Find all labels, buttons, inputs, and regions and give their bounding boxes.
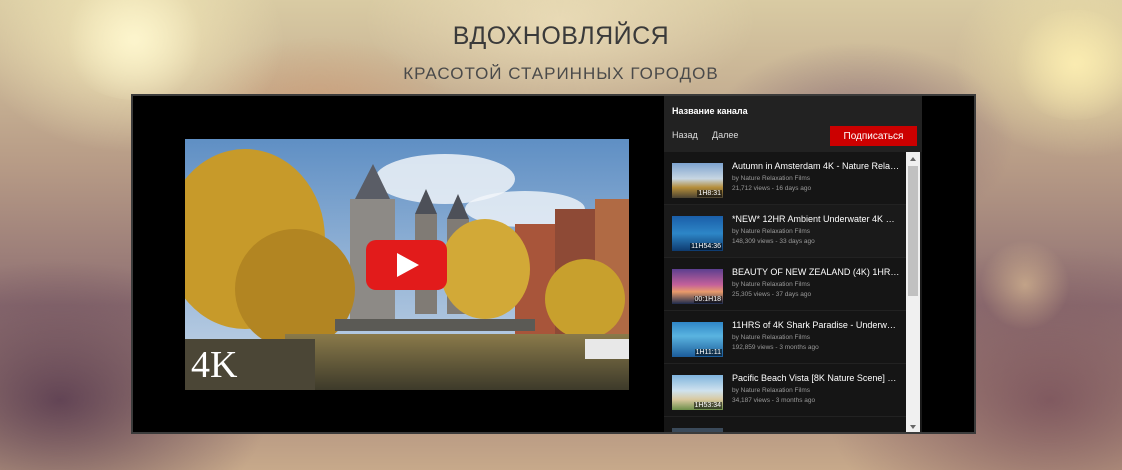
duration-label: 1H11:11: [694, 349, 722, 356]
item-title: 11HRS of 4K Shark Paradise - Underwater …: [732, 320, 900, 330]
video-player[interactable]: 4K: [185, 139, 629, 390]
subscribe-button[interactable]: Подписаться: [830, 126, 917, 146]
next-button[interactable]: Далее: [712, 130, 738, 140]
playlist-item[interactable]: 1H53:34 Pacific Beach Vista [8K Nature S…: [664, 364, 906, 417]
duration-label: 00:1H18: [693, 296, 722, 303]
playlist-list[interactable]: 1H8:31 Autumn in Amsterdam 4K - Nature R…: [664, 152, 906, 432]
item-title: Pacific Beach Vista [8K Nature Scene] Re…: [732, 373, 900, 383]
playlist-item[interactable]: 11H54:36 *NEW* 12HR Ambient Underwater 4…: [664, 205, 906, 258]
playlist-scrollbar[interactable]: [906, 152, 920, 432]
playlist-item-partial[interactable]: [664, 417, 906, 432]
playlist-item[interactable]: 1H11:11 11HRS of 4K Shark Paradise - Und…: [664, 311, 906, 364]
play-button[interactable]: [366, 240, 447, 290]
playlist-panel: Название канала Назад Далее Подписаться …: [664, 96, 922, 432]
item-views: 21,712 views - 16 days ago: [732, 185, 812, 192]
item-views: 34,187 views - 3 months ago: [732, 397, 816, 404]
video-thumb: 1H53:34: [672, 375, 723, 410]
item-author: by Nature Relaxation Films: [732, 228, 811, 235]
item-title: *NEW* 12HR Ambient Underwater 4K Nature …: [732, 214, 900, 224]
bokeh-light: [980, 240, 1070, 330]
video-thumb: 1H8:31: [672, 163, 723, 198]
video-thumb: 00:1H18: [672, 269, 723, 304]
video-thumb: 1H11:11: [672, 322, 723, 357]
item-views: 148,309 views - 33 days ago: [732, 238, 815, 245]
duration-label: 1H53:34: [693, 402, 722, 409]
item-title: BEAUTY OF NEW ZEALAND (4K) 1HR Nature Fi…: [732, 267, 900, 277]
item-views: 192,859 views - 3 months ago: [732, 344, 819, 351]
item-title: Autumn in Amsterdam 4K - Nature Relaxati…: [732, 161, 900, 171]
playlist-item[interactable]: 00:1H18 BEAUTY OF NEW ZEALAND (4K) 1HR N…: [664, 258, 906, 311]
item-author: by Nature Relaxation Films: [732, 387, 811, 394]
playlist-header: Название канала Назад Далее Подписаться: [664, 96, 922, 152]
scrollbar-thumb[interactable]: [908, 166, 918, 296]
item-author: by Nature Relaxation Films: [732, 175, 811, 182]
prev-button[interactable]: Назад: [672, 130, 698, 140]
video-widget: 4K Название канала Назад Далее Подписать…: [131, 94, 976, 434]
video-resolution-badge: 4K: [191, 344, 238, 386]
playlist-item[interactable]: 1H8:31 Autumn in Amsterdam 4K - Nature R…: [664, 152, 906, 205]
play-icon: [397, 253, 419, 277]
scroll-down-icon[interactable]: [906, 420, 920, 432]
page-title: ВДОХНОВЛЯЙСЯ: [452, 22, 670, 50]
item-views: 25,305 views - 37 days ago: [732, 291, 812, 298]
channel-name: Название канала: [672, 106, 748, 116]
scroll-up-icon[interactable]: [906, 152, 920, 164]
item-author: by Nature Relaxation Films: [732, 281, 811, 288]
video-thumb: 11H54:36: [672, 216, 723, 251]
duration-label: 11H54:36: [690, 243, 722, 250]
item-author: by Nature Relaxation Films: [732, 334, 811, 341]
duration-label: 1H8:31: [697, 190, 722, 197]
video-thumb: [672, 428, 723, 432]
page-subtitle: КРАСОТОЙ СТАРИННЫХ ГОРОДОВ: [403, 64, 719, 83]
